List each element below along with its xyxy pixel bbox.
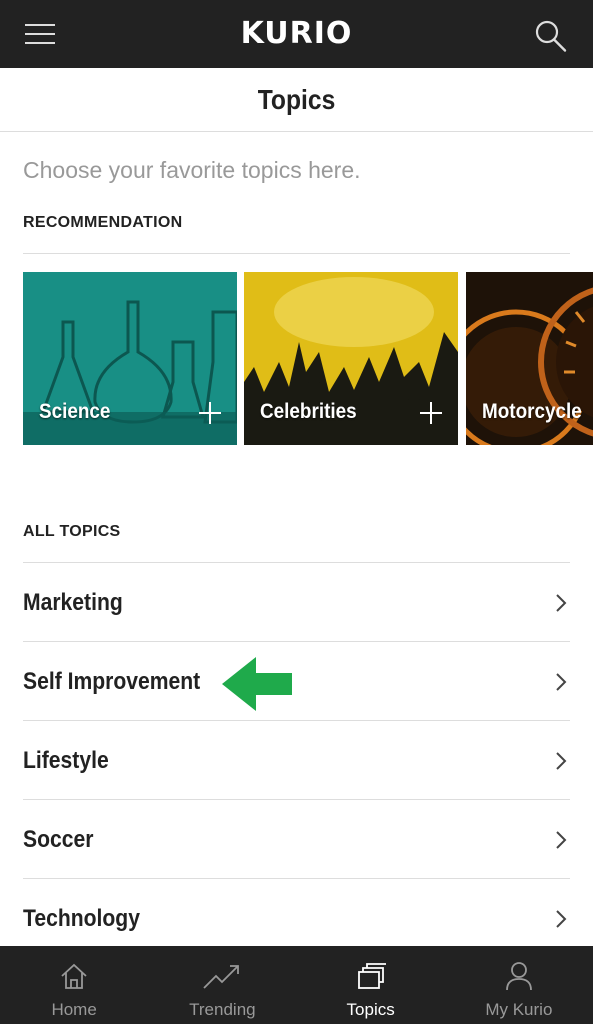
- topic-label: Lifestyle: [23, 747, 109, 774]
- page-header: Topics: [0, 68, 593, 132]
- intro-text: Choose your favorite topics here.: [23, 157, 361, 183]
- recommendation-card-celebrities[interactable]: Celebrities: [244, 272, 458, 445]
- trending-icon: [203, 965, 240, 989]
- nav-label: My Kurio: [485, 1000, 553, 1019]
- nav-trending[interactable]: Trending: [148, 946, 296, 1024]
- card-label: Science: [39, 400, 111, 423]
- nav-label: Home: [51, 1000, 97, 1019]
- card-label: Celebrities: [260, 400, 357, 423]
- all-topics-heading: ALL TOPICS: [23, 523, 121, 540]
- search-icon[interactable]: [532, 18, 568, 54]
- nav-topics[interactable]: Topics: [297, 946, 445, 1024]
- bottom-navigation: Home Trending Topics My Kurio: [0, 946, 593, 1024]
- chevron-right-icon: [556, 910, 567, 928]
- recommendation-heading: RECOMMENDATION: [23, 214, 183, 231]
- topic-row-marketing[interactable]: Marketing: [23, 563, 570, 642]
- recommendation-card-science[interactable]: Science: [23, 272, 237, 445]
- divider: [23, 253, 570, 254]
- topics-icon: [357, 963, 386, 989]
- user-icon: [505, 962, 532, 991]
- topic-label: Marketing: [23, 589, 123, 616]
- plus-icon[interactable]: [199, 402, 221, 424]
- nav-my-kurio[interactable]: My Kurio: [445, 946, 593, 1024]
- page-title: Topics: [257, 84, 336, 115]
- nav-label: Trending: [189, 1000, 256, 1019]
- top-app-bar: KURIO: [0, 0, 593, 68]
- topic-row-self-improvement[interactable]: Self Improvement: [23, 642, 570, 721]
- brand-logo: KURIO: [240, 16, 353, 51]
- topic-row-lifestyle[interactable]: Lifestyle: [23, 721, 570, 800]
- nav-home[interactable]: Home: [0, 946, 148, 1024]
- plus-icon[interactable]: [420, 402, 442, 424]
- recommendation-carousel[interactable]: Science Celebrities Motorcycle: [23, 272, 593, 445]
- green-arrow-left-icon: [222, 657, 292, 711]
- chevron-right-icon: [556, 594, 567, 612]
- topic-label: Self Improvement: [23, 668, 201, 695]
- card-label: Motorcycle: [482, 400, 582, 423]
- nav-label: Topics: [346, 1000, 395, 1019]
- topic-label: Soccer: [23, 826, 94, 853]
- topic-row-soccer[interactable]: Soccer: [23, 800, 570, 879]
- chevron-right-icon: [556, 752, 567, 770]
- chevron-right-icon: [556, 831, 567, 849]
- recommendation-card-motorcycle[interactable]: Motorcycle: [466, 272, 593, 445]
- chevron-right-icon: [556, 673, 567, 691]
- home-icon: [61, 963, 87, 989]
